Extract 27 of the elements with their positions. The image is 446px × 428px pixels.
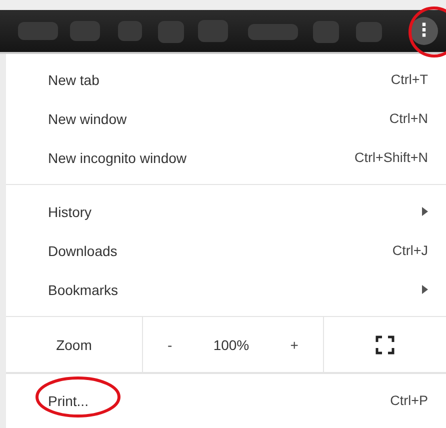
keyboard-shortcut: Ctrl+Shift+N <box>354 150 428 165</box>
menu-item-label: Downloads <box>48 242 118 258</box>
keyboard-shortcut: Ctrl+J <box>392 243 428 258</box>
fullscreen-icon[interactable] <box>375 334 395 354</box>
keyboard-shortcut: Ctrl+N <box>389 111 428 126</box>
menu-item[interactable]: New incognito window Ctrl+Shift+N <box>6 138 446 177</box>
keyboard-shortcut: Ctrl+P <box>390 393 428 408</box>
menu-item-label: Print... <box>48 392 90 408</box>
menu-button[interactable]: ⋮ <box>410 17 438 45</box>
zoom-level: 100% <box>213 336 250 352</box>
menu-item[interactable]: New window Ctrl+N <box>6 99 446 138</box>
menu-item[interactable]: Print... Ctrl+P <box>6 381 446 420</box>
submenu-arrow-icon <box>422 285 428 294</box>
menu-item-label: History <box>48 204 93 220</box>
menu-item[interactable]: History <box>6 192 446 231</box>
menu-item[interactable]: Downloads Ctrl+J <box>6 231 446 270</box>
menu-item[interactable]: New tab Ctrl+T <box>6 60 446 99</box>
menu-item-label: New window <box>48 110 128 126</box>
submenu-arrow-icon <box>422 207 428 216</box>
menu-item[interactable]: Bookmarks <box>6 270 446 309</box>
zoom-label: Zoom <box>55 336 93 354</box>
menu-item-label: Bookmarks <box>48 282 120 298</box>
menu-item-label: New tab <box>48 72 100 88</box>
keyboard-shortcut: Ctrl+T <box>390 72 428 87</box>
zoom-in-button[interactable]: + <box>282 332 306 356</box>
zoom-out-button[interactable]: - <box>160 332 180 356</box>
menu-item-label: New incognito window <box>48 150 188 166</box>
